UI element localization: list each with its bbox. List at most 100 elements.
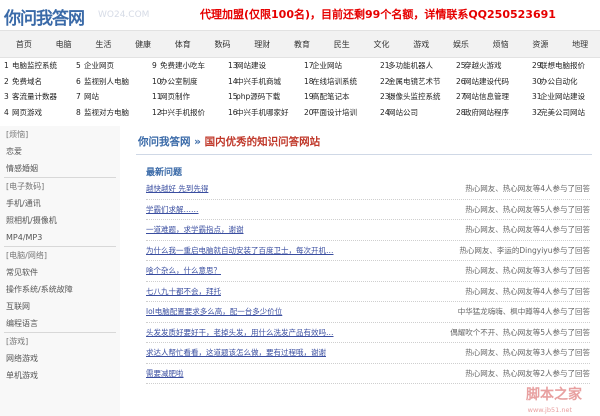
directory-link[interactable]: 2 免费域名 bbox=[0, 76, 72, 92]
directory-link[interactable]: 22金属电镜艺术节 bbox=[376, 76, 452, 92]
breadcrumb: 你问我答网 » 国内优秀的知识问答网站 bbox=[136, 130, 600, 154]
question-link[interactable]: 七八九十都不会，拜托 bbox=[146, 286, 465, 297]
directory-link[interactable]: 9 免费建小吃车 bbox=[148, 60, 224, 76]
directory-link[interactable]: 19高配笔记本 bbox=[300, 91, 376, 107]
link-number: 19 bbox=[304, 92, 314, 101]
nav-item[interactable]: 地理 bbox=[560, 39, 600, 50]
directory-link[interactable]: 20平面设计培训 bbox=[300, 107, 376, 123]
sidebar-item[interactable]: 常见软件 bbox=[0, 264, 120, 281]
question-link[interactable]: 头发发质好要好干，老掉头发，用什么洗发产品有效吗… bbox=[146, 327, 450, 338]
directory-link[interactable]: 14中兴手机商城 bbox=[224, 76, 300, 92]
nav-item[interactable]: 数码 bbox=[203, 39, 243, 50]
directory-link[interactable]: 32完美公司网站 bbox=[528, 107, 600, 123]
directory-link[interactable]: 28政府网站程序 bbox=[452, 107, 528, 123]
nav-item[interactable]: 娱乐 bbox=[441, 39, 481, 50]
directory-link[interactable]: 17企业网站 bbox=[300, 60, 376, 76]
nav-item[interactable]: 游戏 bbox=[401, 39, 441, 50]
site-header: 你问我答网 WO24.COM 代理加盟(仅限100名)，目前还剩99个名额，详情… bbox=[0, 0, 600, 30]
directory-link[interactable]: 5 企业网页 bbox=[72, 60, 148, 76]
sidebar-category[interactable]: [游戏] bbox=[0, 333, 120, 350]
directory-link[interactable]: 21多功能机器人 bbox=[376, 60, 452, 76]
directory-link[interactable]: 13网站建设 bbox=[224, 60, 300, 76]
directory-link[interactable]: 26网站建设代码 bbox=[452, 76, 528, 92]
nav-item[interactable]: 烦恼 bbox=[481, 39, 521, 50]
link-row: 1 电脑监控系统 5 企业网页 9 免费建小吃车 13网站建设 17企业网站 21多功能机器人 2… bbox=[0, 60, 600, 76]
directory-link[interactable]: 10办公室制度 bbox=[148, 76, 224, 92]
question-meta: 偶耀吹个不开、热心网友等5人参与了回答 bbox=[450, 327, 590, 337]
nav-item[interactable]: 教育 bbox=[282, 39, 322, 50]
sidebar-item[interactable]: 恋爱 bbox=[0, 143, 120, 160]
directory-link[interactable]: 8 监视对方电脑 bbox=[72, 107, 148, 123]
breadcrumb-current: 国内优秀的知识问答网站 bbox=[204, 136, 321, 148]
directory-link[interactable]: 3 客流量计数器 bbox=[0, 91, 72, 107]
link-number: 31 bbox=[532, 92, 542, 101]
directory-link[interactable]: 6 监视别人电脑 bbox=[72, 76, 148, 92]
sidebar-item[interactable]: 手机/通讯 bbox=[0, 195, 120, 212]
nav-item[interactable]: 健康 bbox=[123, 39, 163, 50]
directory-link[interactable]: 15php源码下载 bbox=[224, 91, 300, 107]
nav-item[interactable]: 资源 bbox=[521, 39, 561, 50]
nav-item[interactable]: 首页 bbox=[4, 39, 44, 50]
sidebar-item[interactable]: 照相机/摄像机 bbox=[0, 212, 120, 229]
nav-item[interactable]: 电脑 bbox=[44, 39, 84, 50]
site-logo[interactable]: 你问我答网 bbox=[4, 4, 85, 29]
directory-link[interactable]: 7 网站 bbox=[72, 91, 148, 107]
nav-item[interactable]: 文化 bbox=[362, 39, 402, 50]
sidebar-item[interactable]: 网络游戏 bbox=[0, 350, 120, 367]
directory-link[interactable]: 16中兴手机哪家好 bbox=[224, 107, 300, 123]
link-label: 联想电脑报价 bbox=[540, 61, 585, 70]
sidebar-item[interactable]: 互联网 bbox=[0, 298, 120, 315]
directory-link[interactable]: 4 网页游戏 bbox=[0, 107, 72, 123]
directory-link[interactable]: 11网页制作 bbox=[148, 91, 224, 107]
directory-link[interactable]: 25穿越火游戏 bbox=[452, 60, 528, 76]
sidebar-item[interactable]: MP4/MP3 bbox=[0, 229, 120, 246]
link-number: 18 bbox=[304, 76, 314, 86]
watermark-url: www.jb51.net bbox=[527, 406, 572, 414]
question-link[interactable]: 学霸们求解…… bbox=[146, 204, 465, 215]
directory-link[interactable]: 27网站信息管理 bbox=[452, 91, 528, 107]
link-label: 政府网站程序 bbox=[464, 107, 509, 117]
question-meta: 热心网友、热心网友等5人参与了回答 bbox=[465, 204, 590, 214]
sidebar-item[interactable]: 单机游戏 bbox=[0, 367, 120, 384]
sidebar-category[interactable]: [电子数码] bbox=[0, 178, 120, 195]
directory-link[interactable]: 29联想电脑报价 bbox=[528, 60, 600, 76]
link-row: 3 客流量计数器 7 网站 11网页制作 15php源码下载 19高配笔记本 23摄像头监控系… bbox=[0, 91, 600, 107]
directory-link[interactable]: 23摄像头监控系统 bbox=[376, 91, 452, 107]
sidebar-item[interactable]: 操作系统/系统故障 bbox=[0, 281, 120, 298]
promo-banner-link[interactable]: 代理加盟(仅限100名)，目前还剩99个名额，详情联系QQ250523691 bbox=[200, 6, 556, 22]
directory-link[interactable]: 31企业网站建设 bbox=[528, 91, 600, 107]
sidebar-category[interactable]: [电脑/网络] bbox=[0, 247, 120, 264]
link-number: 5 bbox=[76, 61, 81, 70]
directory-link[interactable]: 30办公自动化 bbox=[528, 76, 600, 92]
question-link[interactable]: 一道难题，求学霸指点，谢谢 bbox=[146, 224, 465, 235]
link-label: 企业网站建设 bbox=[540, 92, 585, 101]
question-link[interactable]: 为什么我一重启电脑就自动安装了百度卫士，每次开机… bbox=[146, 245, 459, 256]
question-link[interactable]: 需要减肥啦 bbox=[146, 368, 465, 379]
directory-link[interactable]: 18在线培训系统 bbox=[300, 76, 376, 92]
directory-link[interactable]: 12中兴手机报价 bbox=[148, 107, 224, 123]
directory-link[interactable]: 1 电脑监控系统 bbox=[0, 60, 72, 76]
directory-link[interactable]: 24网站公司 bbox=[376, 107, 452, 123]
sidebar-category[interactable]: [烦恼] bbox=[0, 126, 120, 143]
link-label: 穿越火游戏 bbox=[464, 61, 502, 70]
question-link[interactable]: lol电脑配置要求多么高，配一台多少价位 bbox=[146, 306, 458, 317]
nav-item[interactable]: 生活 bbox=[83, 39, 123, 50]
question-link[interactable]: 啥个杂么，什么意思？ bbox=[146, 265, 465, 276]
link-label: 企业网站 bbox=[312, 61, 342, 70]
link-label: 中兴手机报价 bbox=[160, 107, 205, 117]
nav-item[interactable]: 体育 bbox=[163, 39, 203, 50]
question-row: 为什么我一重启电脑就自动安装了百度卫士，每次开机… 热心网友、李运的Dingyiy… bbox=[146, 241, 590, 261]
question-meta: 热心网友、李运的Dingyiyu参与了回答 bbox=[459, 245, 590, 255]
breadcrumb-separator: » bbox=[190, 136, 205, 148]
nav-item[interactable]: 理财 bbox=[242, 39, 282, 50]
link-label: 监视对方电脑 bbox=[84, 107, 129, 117]
sidebar-item[interactable]: 编程语言 bbox=[0, 315, 120, 332]
nav-item[interactable]: 民生 bbox=[322, 39, 362, 50]
breadcrumb-home[interactable]: 你问我答网 bbox=[138, 136, 191, 148]
question-link[interactable]: 越快越好 先到先得 bbox=[146, 183, 465, 194]
link-label: 高配笔记本 bbox=[312, 92, 350, 101]
sidebar-item[interactable]: 情感婚姻 bbox=[0, 160, 120, 177]
question-row: 越快越好 先到先得 热心网友、热心网友等4人参与了回答 bbox=[146, 179, 590, 200]
question-link[interactable]: 求达人帮忙看看，这道题该怎么做，要有过程哦，谢谢 bbox=[146, 347, 465, 358]
link-number: 27 bbox=[456, 92, 466, 101]
